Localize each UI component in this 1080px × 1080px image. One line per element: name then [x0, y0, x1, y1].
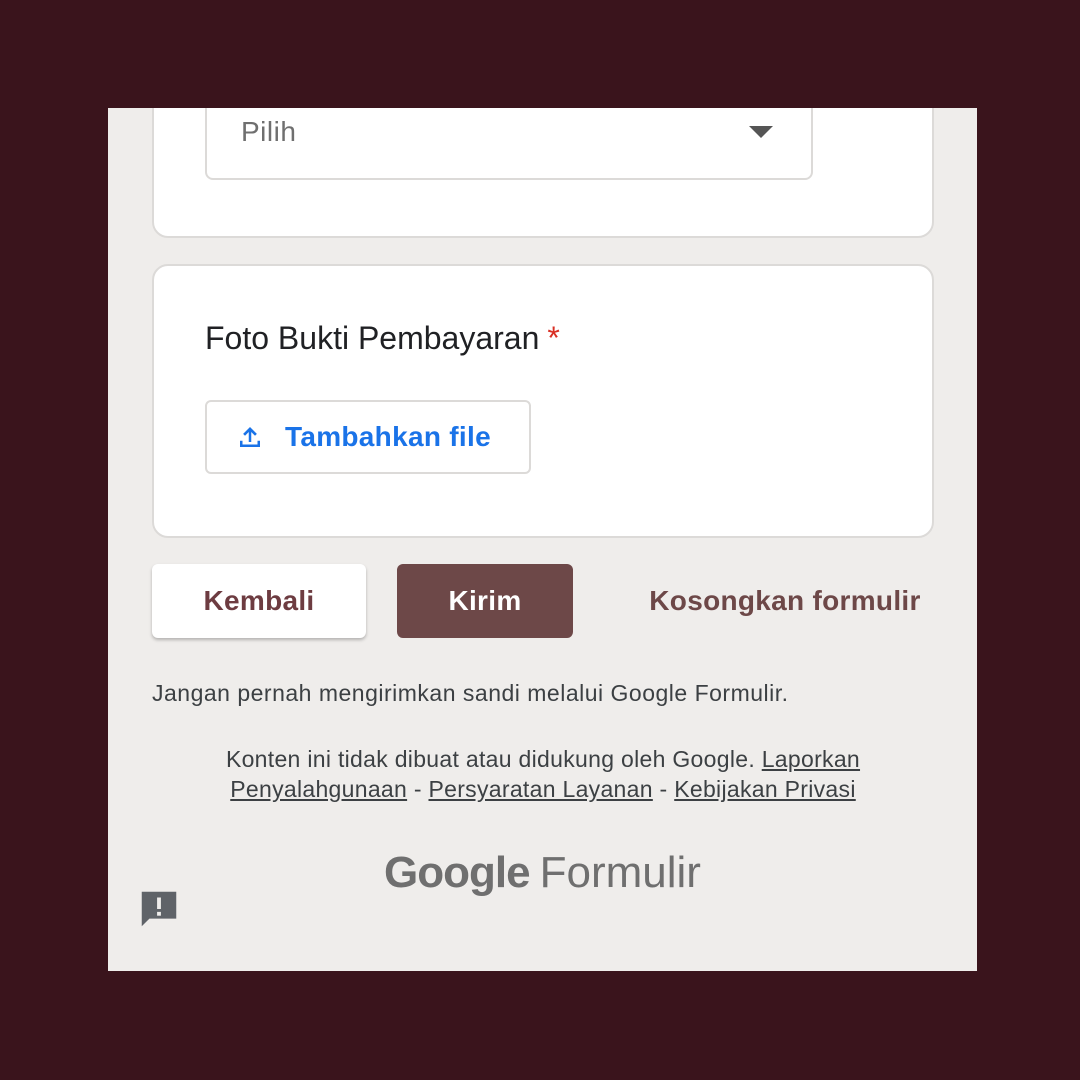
brand-product: Formulir: [539, 848, 701, 897]
google-forms-logo[interactable]: Google Formulir: [108, 848, 977, 898]
clear-form-button[interactable]: Kosongkan formulir: [620, 564, 950, 638]
footer-disclaimer: Konten ini tidak dibuat atau didukung ol…: [178, 744, 908, 804]
question-title: Foto Bukti Pembayaran *: [205, 320, 560, 357]
upload-question-card: Foto Bukti Pembayaran * Tambahkan file: [152, 264, 934, 538]
caret-down-icon: [749, 126, 773, 138]
brand-google: Google: [384, 848, 531, 897]
add-file-button[interactable]: Tambahkan file: [205, 400, 531, 474]
terms-link[interactable]: Persyaratan Layanan: [428, 776, 652, 802]
separator: -: [659, 776, 668, 802]
password-warning: Jangan pernah mengirimkan sandi melalui …: [152, 680, 789, 706]
privacy-link[interactable]: Kebijakan Privasi: [674, 776, 856, 802]
submit-button[interactable]: Kirim: [397, 564, 573, 638]
add-file-label: Tambahkan file: [285, 421, 491, 452]
separator: -: [413, 776, 422, 802]
dropdown-select[interactable]: Pilih: [205, 108, 813, 180]
feedback-icon[interactable]: [136, 886, 182, 932]
upload-icon: [240, 427, 260, 447]
back-button[interactable]: Kembali: [152, 564, 366, 638]
question-title-text: Foto Bukti Pembayaran: [205, 320, 540, 356]
dropdown-value: Pilih: [241, 116, 297, 147]
required-asterisk: *: [547, 320, 560, 356]
disclaimer-text: Konten ini tidak dibuat atau didukung ol…: [225, 746, 756, 772]
form-screen: Pilih Foto Bukti Pembayaran * Tambahkan f…: [108, 108, 977, 971]
dropdown-question-card: Pilih: [152, 108, 934, 238]
